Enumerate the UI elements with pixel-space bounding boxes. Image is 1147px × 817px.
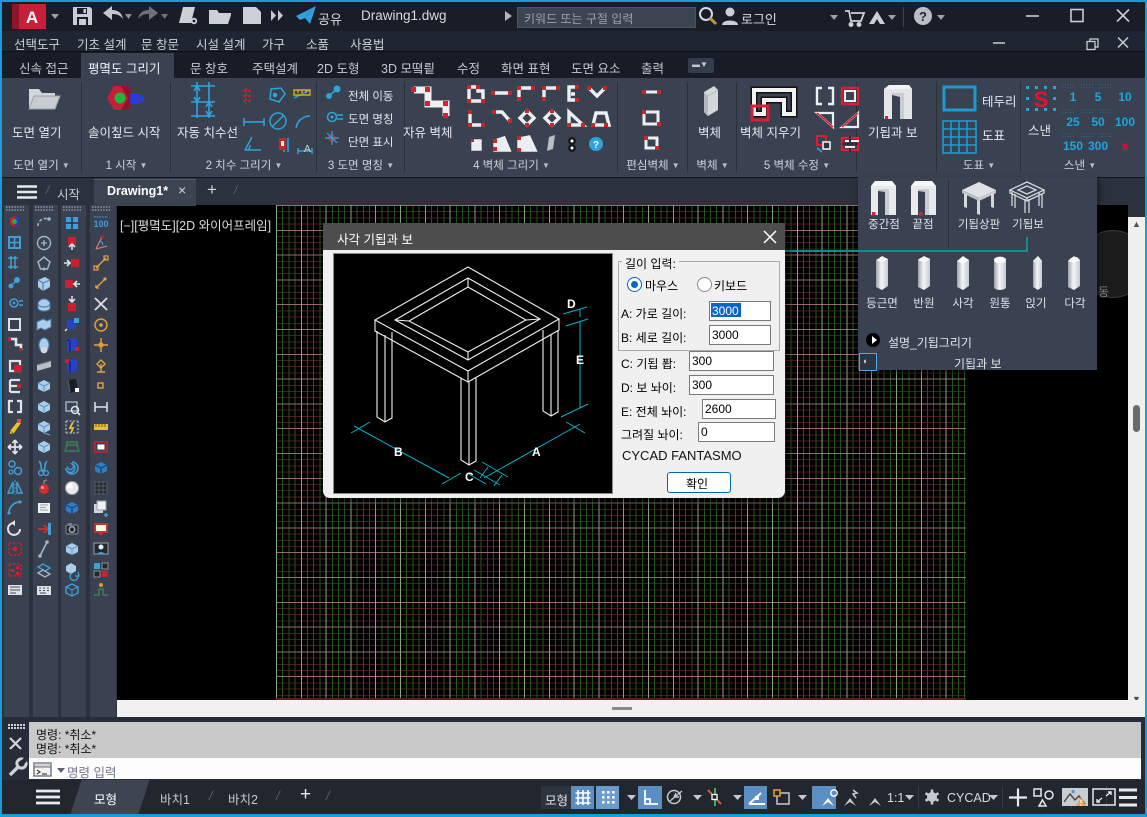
svg-text:A: A xyxy=(26,8,38,27)
svg-text:CYCAD: CYCAD xyxy=(947,791,991,805)
svg-text:?: ? xyxy=(593,140,599,151)
svg-text:C: C xyxy=(465,470,474,484)
svg-text:원통: 원통 xyxy=(989,296,1010,310)
svg-text:E: E xyxy=(576,353,584,367)
svg-text:반원: 반원 xyxy=(913,296,934,310)
svg-text:기됩상판: 기됩상판 xyxy=(958,218,1001,231)
svg-text:D: D xyxy=(567,297,576,311)
svg-text:다각: 다각 xyxy=(1064,297,1086,310)
svg-text:?: ? xyxy=(919,9,927,24)
svg-text:읹기: 읹기 xyxy=(1025,297,1046,310)
svg-text:기됩보: 기됩보 xyxy=(1012,218,1044,231)
svg-text:A: A xyxy=(304,144,311,155)
svg-text:중간점: 중간점 xyxy=(868,218,900,231)
svg-text:등근면: 등근면 xyxy=(866,297,898,310)
svg-text:1:1: 1:1 xyxy=(887,791,904,805)
svg-text:사각: 사각 xyxy=(952,297,974,310)
svg-text:S: S xyxy=(1034,87,1049,112)
svg-text:끝점: 끝점 xyxy=(912,218,933,231)
svg-text:B: B xyxy=(394,445,403,459)
svg-text:100: 100 xyxy=(93,219,108,229)
svg-text:A: A xyxy=(532,445,541,459)
